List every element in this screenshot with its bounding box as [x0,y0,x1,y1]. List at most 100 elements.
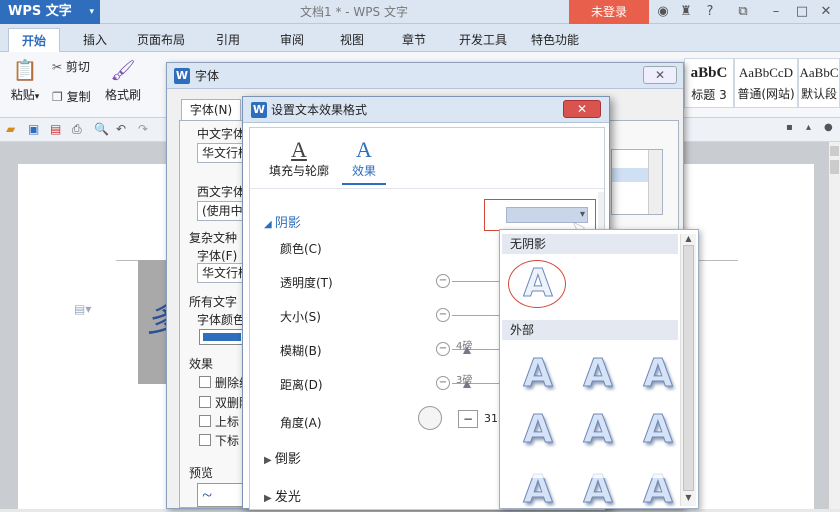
style-name: 普通(网站) [737,87,795,101]
outer-shadow-preset[interactable]: A [514,406,562,452]
subscript-label: 下标 [215,434,240,448]
save-icon[interactable]: ▣ [28,122,39,136]
app-menu-button[interactable]: WPS 文字 ▾ [0,0,100,24]
wps-icon: W [174,68,190,84]
style-heading3[interactable]: aBbC 标题 3 [684,58,734,108]
divider [250,188,604,189]
shirt-icon[interactable]: ♜ [676,2,696,22]
style-preview: aBbC [690,65,728,81]
style-default-para[interactable]: AaBbC 默认段 [798,58,840,108]
paste-dropdown-arrow[interactable]: ▾ [35,92,40,102]
size-row-label: 大小(S) [280,310,321,324]
cut-button[interactable]: ✂ 剪切 [52,58,90,75]
tab-view[interactable]: 视图 [330,28,374,52]
color-swatch [203,333,241,341]
close-icon[interactable]: ✕ [643,66,677,84]
expand-icon[interactable]: ▴ [806,122,811,133]
distance-slider-thumb[interactable] [463,380,471,388]
strikethrough-checkbox[interactable] [199,376,211,388]
vertical-scrollbar[interactable] [828,142,840,509]
maximize-icon[interactable]: □ [792,2,812,22]
shadow-section-toggle[interactable]: ◢ 阴影 [264,212,301,231]
redo-icon[interactable]: ↷ [138,122,148,136]
glow-section-toggle[interactable]: ▶ 发光 [264,486,301,505]
scroll-up-icon[interactable] [830,146,839,156]
font-color-label: 字体颜色 [197,313,246,327]
minimize-icon[interactable]: – [766,2,786,22]
no-shadow-header: 无阴影 [502,234,678,254]
skin-icon[interactable]: ◉ [653,2,673,22]
format-painter-label: 格式刷 [104,88,141,102]
outer-shadow-preset[interactable]: A [574,350,622,396]
font-color-picker[interactable] [199,329,245,345]
size-slider[interactable] [452,315,502,316]
decrease-angle-button[interactable]: − [458,410,478,428]
tab-section[interactable]: 章节 [392,28,436,52]
color-row-label: 颜色(C) [280,242,322,256]
copy-icon: ❐ [52,90,63,104]
tab-references[interactable]: 引用 [206,28,250,52]
transparency-slider[interactable] [452,281,502,282]
tab-page-layout[interactable]: 页面布局 [130,28,192,52]
scroll-thumb[interactable] [683,245,694,491]
login-button[interactable]: 未登录 [569,0,649,24]
tab-font[interactable]: 字体(N) [181,99,241,121]
dropdown-scrollbar[interactable]: ▲ ▼ [680,234,696,506]
double-strikethrough-checkbox[interactable] [199,396,211,408]
style-preview: AaBbC [799,65,839,80]
help-small-icon[interactable]: ● [824,122,833,133]
outer-shadow-preset[interactable]: A [514,350,562,396]
subscript-checkbox[interactable] [199,434,211,446]
preview-box: ~ [197,483,247,507]
text-effects-title: 设置文本效果格式 [271,103,368,117]
document-title: 文档1 * - WPS 文字 [300,5,408,19]
brush-icon: 🖌 [110,58,136,82]
scroll-up-icon[interactable]: ▲ [681,234,696,243]
print-icon[interactable]: ⎙ [72,122,82,137]
expand-arrow-icon: ▶ [264,493,275,504]
decrease-distance-button[interactable]: − [436,376,450,390]
style-normal-web[interactable]: AaBbCcD 普通(网站) [734,58,798,108]
outer-shadow-preset[interactable]: A [574,406,622,452]
app-logo: WPS 文字 [8,4,72,19]
all-text-label: 所有文字 [189,295,238,309]
outer-shadow-preset[interactable]: A [634,406,682,452]
glow-section-label: 发光 [274,490,301,505]
undo-icon[interactable]: ↶ [116,122,126,136]
clipboard-icon: 📋 [12,58,38,82]
tab-effects[interactable]: A 效果 [342,138,386,185]
outer-shadow-preset[interactable]: A [634,350,682,396]
close-button[interactable]: ✕ [563,100,601,118]
tab-developer[interactable]: 开发工具 [452,28,514,52]
decrease-transparency-button[interactable]: − [436,274,450,288]
copy-button[interactable]: ❐ 复制 [52,88,91,105]
restore-icon[interactable]: ⧉ [733,2,753,22]
tab-features[interactable]: 特色功能 [524,28,586,52]
format-painter-button[interactable]: 🖌 格式刷 [104,58,142,103]
cut-label: 剪切 [65,60,90,74]
tab-fill-outline[interactable]: A 填充与轮廓 [264,138,334,179]
scroll-down-icon[interactable]: ▼ [681,493,696,502]
paste-button[interactable]: 📋 粘贴▾ [8,58,42,108]
decrease-blur-button[interactable]: − [436,342,450,356]
outer-shadow-header: 外部 [502,320,678,340]
print-preview-icon[interactable]: 🔍 [94,122,109,136]
tab-start[interactable]: 开始 [8,28,60,52]
pdf-icon[interactable]: ▤ [50,122,61,136]
blur-slider-thumb[interactable] [463,346,471,354]
close-icon[interactable]: ✕ [816,2,836,22]
superscript-checkbox[interactable] [199,415,211,427]
decrease-size-button[interactable]: − [436,308,450,322]
scroll-thumb[interactable] [830,160,839,174]
list-scrollbar[interactable] [648,150,662,214]
tab-review[interactable]: 审阅 [270,28,314,52]
open-icon[interactable]: ▰ [6,122,15,136]
font-size-list[interactable] [611,149,663,215]
view-icon[interactable]: ▪ [786,122,793,133]
help-icon[interactable]: ? [700,2,720,22]
angle-dial[interactable] [418,406,442,430]
chinese-font-label: 中文字体 [197,127,246,141]
reflection-section-toggle[interactable]: ▶ 倒影 [264,448,301,467]
paragraph-icon[interactable]: ▤▾ [74,302,91,316]
tab-insert[interactable]: 插入 [70,28,120,52]
